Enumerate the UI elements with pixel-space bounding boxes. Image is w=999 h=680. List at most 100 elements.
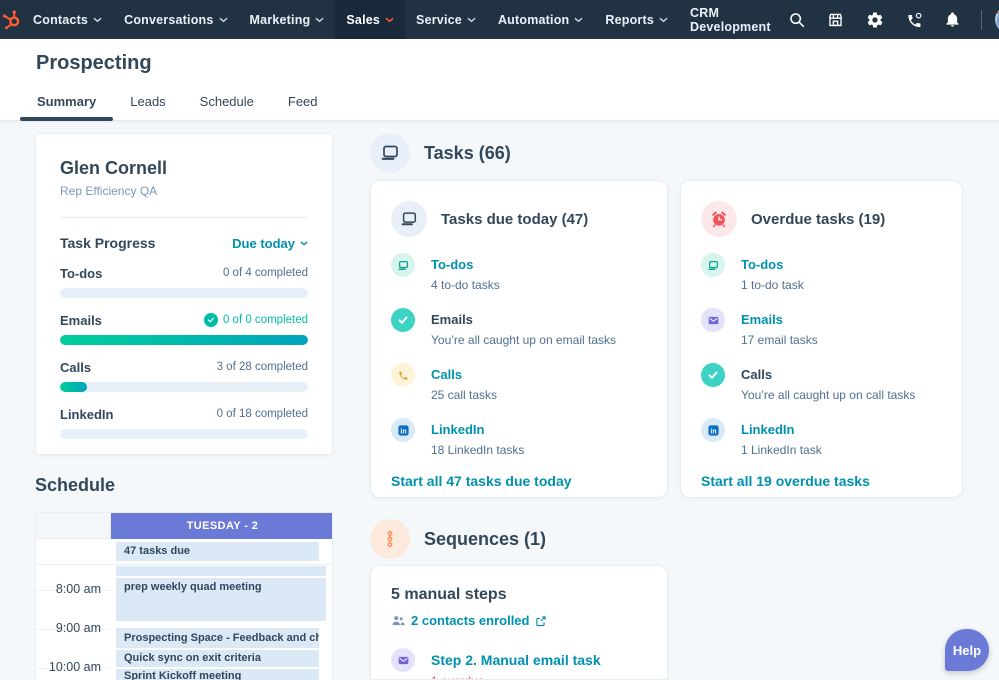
progress-status: 0 of 0 completed — [203, 313, 308, 327]
progress-row-emails: Emails 0 of 0 completed — [60, 312, 308, 345]
progress-bar — [60, 382, 308, 392]
start-all-overdue-link[interactable]: Start all 19 overdue tasks — [701, 473, 942, 489]
calendar-event[interactable]: Quick sync on exit criteria — [116, 650, 319, 667]
filter-label: Due today — [232, 235, 295, 251]
nav-item-label: Conversations — [124, 12, 214, 27]
nav-item-label: Contacts — [33, 12, 89, 27]
todo-icon — [701, 253, 725, 277]
linkedin-icon: in — [701, 418, 725, 442]
todo-icon — [391, 253, 415, 277]
nav-item-contacts[interactable]: Contacts — [22, 0, 113, 39]
page-header: Prospecting Summary Leads Schedule Feed — [0, 39, 999, 121]
user-avatar[interactable] — [994, 6, 999, 33]
overdue-tasks-card: Overdue tasks (19) To-dos 1 to-do task E… — [680, 180, 963, 498]
calls-label: Calls — [741, 367, 773, 382]
due-today-filter-dropdown[interactable]: Due today — [232, 236, 308, 251]
nav-item-label: Service — [416, 12, 462, 27]
search-icon[interactable] — [782, 5, 812, 35]
calendar-all-day-event[interactable]: 47 tasks due — [116, 542, 319, 561]
tasks-icon — [370, 133, 410, 173]
progress-label: LinkedIn — [60, 406, 114, 422]
nav-menu: Contacts Conversations Marketing Sales S… — [22, 0, 782, 39]
calls-count: 25 call tasks — [431, 388, 498, 402]
nav-item-label: Reports — [605, 12, 655, 27]
settings-icon[interactable] — [860, 5, 890, 35]
rep-subtitle: Rep Efficiency QA — [60, 184, 158, 198]
rep-profile-card: Glen Cornell Rep Efficiency QA Task Prog… — [35, 133, 333, 455]
emails-status: You’re all caught up on email tasks — [431, 333, 617, 347]
sequence-icon — [370, 519, 410, 559]
calendar-event[interactable] — [116, 566, 326, 576]
nav-item-label: Automation — [497, 12, 570, 27]
todos-count: 4 to-do tasks — [431, 278, 500, 292]
progress-row-todos: To-dos 0 of 4 completed — [60, 265, 308, 298]
start-all-due-today-link[interactable]: Start all 47 tasks due today — [391, 473, 647, 489]
schedule-section-title: Schedule — [35, 475, 116, 495]
task-type-row-emails: Emails 17 email tasks — [701, 308, 942, 347]
nav-divider — [980, 9, 982, 30]
tasks-section-title: Tasks (66) — [424, 142, 511, 163]
nav-item-label: CRM Development — [690, 5, 771, 34]
progress-label: Emails — [60, 312, 102, 328]
chevron-down-icon — [659, 17, 668, 22]
sequence-step-link[interactable]: Step 2. Manual email task — [431, 648, 601, 672]
calendar-day-header[interactable]: TUESDAY - 2 — [111, 513, 332, 539]
chevron-down-icon — [467, 17, 476, 22]
nav-item-automation[interactable]: Automation — [487, 0, 594, 39]
nav-utilities — [782, 0, 999, 39]
emails-link[interactable]: Emails — [741, 308, 818, 332]
calendar-event[interactable]: Prospecting Space - Feedback and chat — [116, 628, 319, 648]
progress-label: To-dos — [60, 265, 103, 281]
task-type-row-linkedin: in LinkedIn 1 LinkedIn task — [701, 418, 942, 457]
time-label-8am: 8:00 am — [55, 582, 101, 596]
external-link-icon — [536, 615, 547, 626]
notifications-icon[interactable] — [938, 5, 968, 35]
nav-item-crm-development[interactable]: CRM Development — [679, 0, 782, 39]
svg-text:in: in — [400, 428, 406, 435]
linkedin-icon: in — [391, 418, 415, 442]
linkedin-link[interactable]: LinkedIn — [741, 418, 822, 442]
emails-label: Emails — [431, 312, 473, 327]
marketplace-icon[interactable] — [821, 5, 851, 35]
sequence-card-title: 5 manual steps — [391, 586, 507, 603]
sequences-section-title: Sequences (1) — [424, 528, 547, 549]
tab-summary[interactable]: Summary — [20, 82, 114, 121]
tab-schedule[interactable]: Schedule — [183, 82, 271, 120]
task-progress-title: Task Progress — [60, 235, 156, 251]
contacts-enrolled-link[interactable]: 2 contacts enrolled — [391, 613, 647, 628]
nav-item-sales[interactable]: Sales — [335, 0, 406, 39]
chevron-down-icon — [93, 17, 102, 22]
nav-item-reports[interactable]: Reports — [594, 0, 679, 39]
linkedin-link[interactable]: LinkedIn — [431, 418, 524, 442]
chevron-down-icon — [300, 240, 308, 246]
calling-icon[interactable] — [899, 5, 929, 35]
tab-feed[interactable]: Feed — [271, 82, 335, 120]
sequence-card: 5 manual steps 2 contacts enrolled Step … — [370, 565, 668, 680]
tab-leads[interactable]: Leads — [113, 82, 182, 120]
help-button[interactable]: Help — [945, 629, 989, 671]
calls-link[interactable]: Calls — [431, 363, 497, 387]
check-icon — [203, 313, 218, 327]
tasks-icon — [391, 201, 427, 237]
calendar-event[interactable]: prep weekly quad meeting — [116, 578, 326, 621]
todos-link[interactable]: To-dos — [741, 253, 804, 277]
main-content: Glen Cornell Rep Efficiency QA Task Prog… — [0, 121, 999, 680]
nav-item-label: Sales — [346, 12, 381, 27]
todos-count: 1 to-do task — [741, 278, 804, 292]
progress-status: 3 of 28 completed — [216, 361, 308, 373]
task-type-row-todos: To-dos 4 to-do tasks — [391, 253, 647, 292]
task-type-row-emails: Emails You’re all caught up on email tas… — [391, 308, 647, 347]
progress-bar — [60, 429, 308, 439]
svg-text:in: in — [710, 428, 716, 435]
nav-item-label: Marketing — [249, 12, 311, 27]
nav-item-conversations[interactable]: Conversations — [113, 0, 238, 39]
tab-bar: Summary Leads Schedule Feed — [20, 82, 335, 121]
nav-item-marketing[interactable]: Marketing — [239, 0, 336, 39]
nav-item-service[interactable]: Service — [405, 0, 487, 39]
email-icon — [701, 308, 725, 332]
calendar-corner-cell — [36, 513, 111, 539]
hubspot-sprocket-icon[interactable] — [0, 0, 22, 39]
top-navigation: Contacts Conversations Marketing Sales S… — [0, 0, 999, 39]
calendar-event[interactable]: Sprint Kickoff meeting — [116, 669, 319, 680]
todos-link[interactable]: To-dos — [431, 253, 500, 277]
